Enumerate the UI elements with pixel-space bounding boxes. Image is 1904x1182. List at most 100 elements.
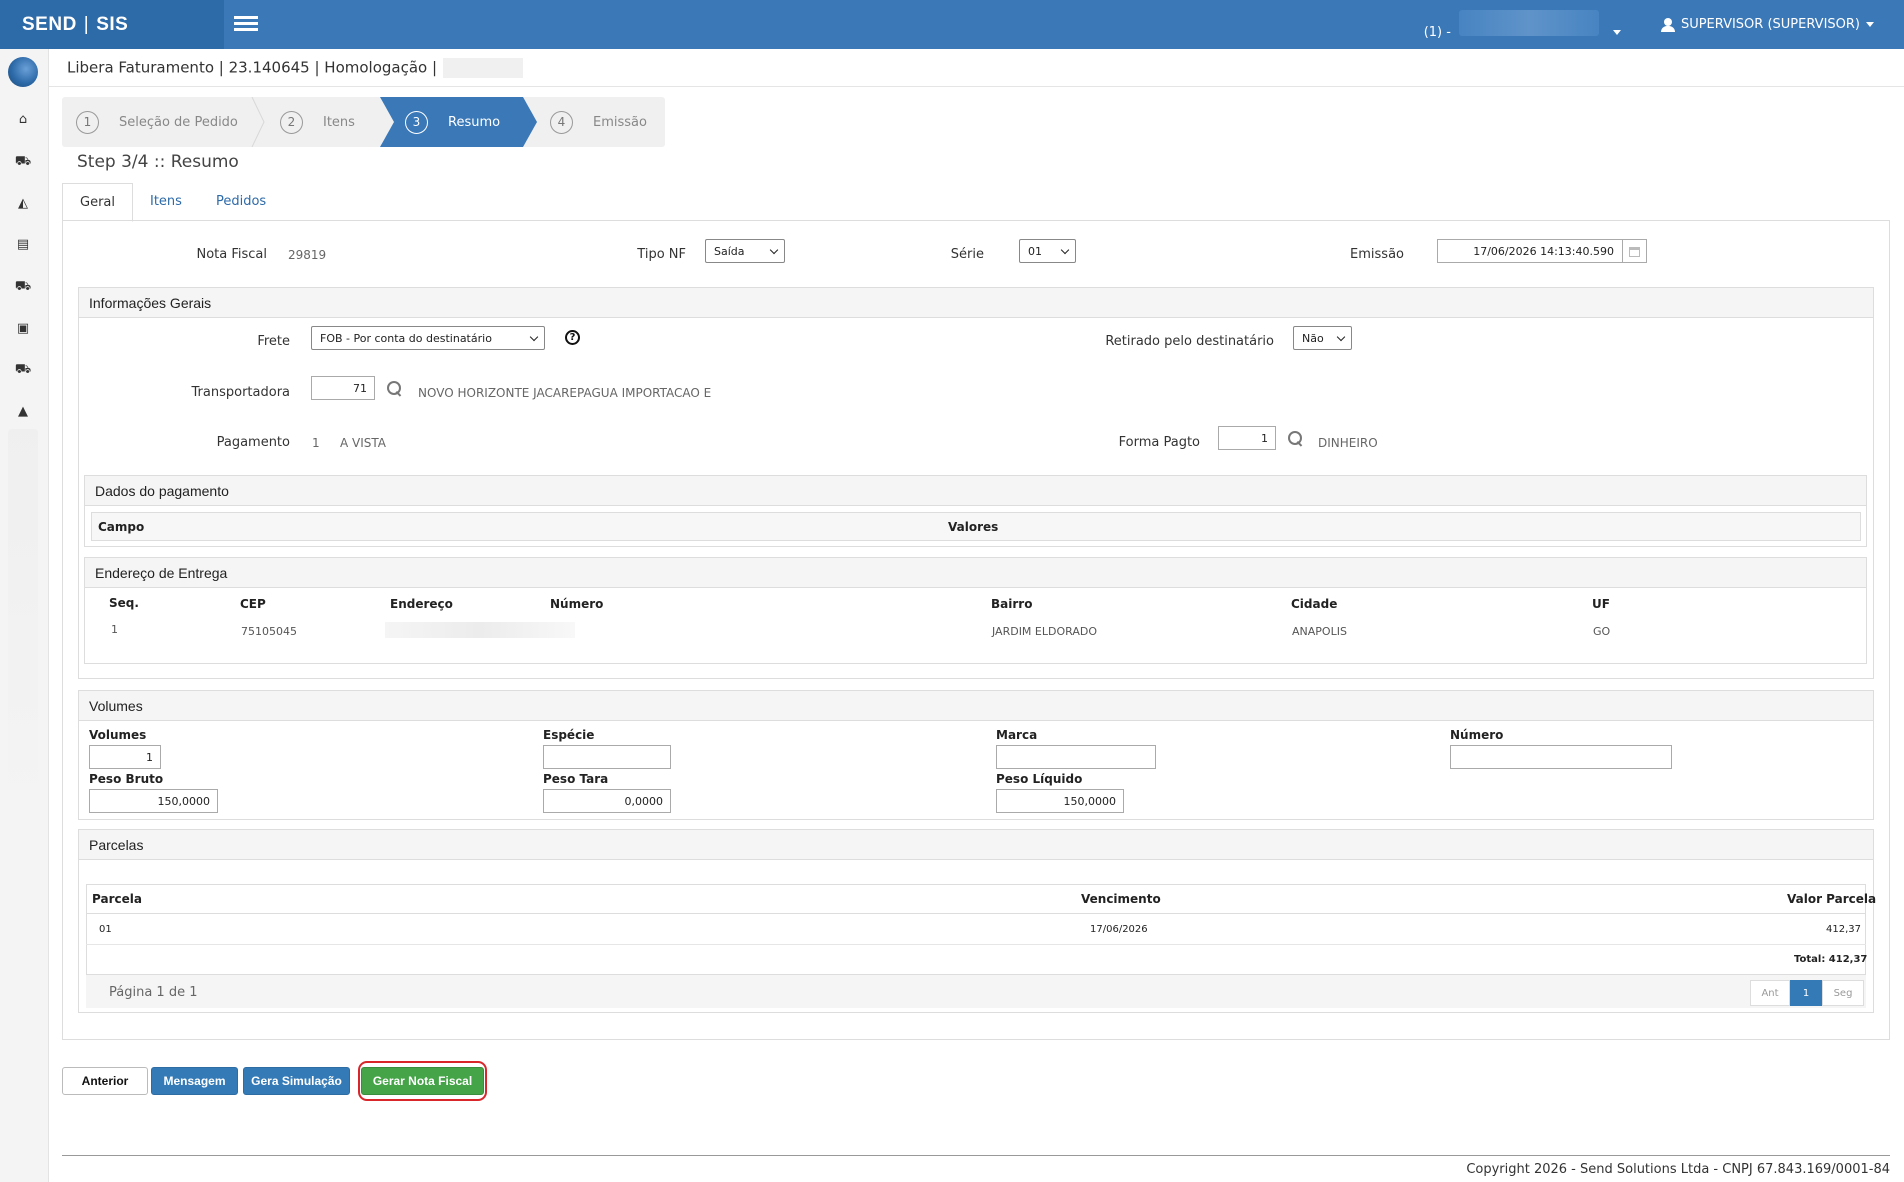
serie-select[interactable]: 01: [1019, 239, 1076, 263]
home-icon[interactable]: ⌂: [14, 113, 32, 127]
dados-pagamento-title: Dados do pagamento: [85, 476, 1866, 506]
forma-pagto-code-input[interactable]: 1: [1218, 426, 1276, 450]
col-cep: CEP: [240, 597, 266, 611]
endereco-bairro: JARDIM ELDORADO: [992, 625, 1097, 638]
endereco-cep: 75105045: [241, 625, 297, 638]
menu-toggle-icon[interactable]: [232, 13, 260, 35]
tab-itens[interactable]: Itens: [133, 183, 199, 221]
tipo-nf-label: Tipo NF: [637, 247, 686, 262]
tab-bar: Geral Itens Pedidos: [62, 183, 283, 222]
tab-pedidos[interactable]: Pedidos: [199, 183, 283, 221]
road-icon[interactable]: ▲: [14, 405, 32, 419]
tenant-selector[interactable]: (1) -: [1424, 9, 1621, 40]
emissao-input[interactable]: 17/06/2026 14:13:40.590: [1437, 239, 1623, 263]
col-vencimento: Vencimento: [1081, 892, 1161, 906]
gera-simulacao-button[interactable]: Gera Simulação: [243, 1067, 350, 1095]
parcela-valor: 412,37: [1826, 924, 1861, 935]
forma-pagto-name: DINHEIRO: [1318, 436, 1378, 450]
col-valores: Valores: [948, 520, 999, 534]
app-logo-icon: [8, 57, 38, 87]
user-menu[interactable]: SUPERVISOR (SUPERVISOR): [1681, 17, 1874, 32]
page-1-button[interactable]: 1: [1790, 980, 1822, 1006]
footer-divider: [62, 1155, 1890, 1156]
col-parcela: Parcela: [92, 892, 142, 906]
parcelas-title: Parcelas: [79, 830, 1873, 860]
col-cidade: Cidade: [1291, 597, 1338, 611]
chevron-down-icon: [1866, 22, 1874, 27]
highlight-ring: [358, 1061, 487, 1101]
truck-icon[interactable]: ⛟: [14, 280, 32, 294]
help-icon[interactable]: ?: [565, 330, 580, 345]
chart-icon[interactable]: ◭: [14, 197, 32, 211]
search-icon[interactable]: [1288, 431, 1304, 447]
parcela-vencimento: 17/06/2026: [1090, 924, 1148, 935]
col-endereco: Endereço: [390, 597, 453, 611]
endereco-seq: 1: [111, 623, 118, 636]
transportadora-name: NOVO HORIZONTE JACAREPAGUA IMPORTACAO E: [418, 386, 712, 400]
brand-logo[interactable]: SEND | SIS: [0, 0, 224, 49]
tenant-name-redacted: [1458, 9, 1599, 36]
col-campo: Campo: [98, 520, 145, 534]
endereco-uf: GO: [1593, 625, 1611, 638]
redacted-text: [385, 622, 575, 638]
prev-page-button[interactable]: Ant: [1750, 980, 1790, 1006]
col-numero: Número: [550, 597, 604, 611]
chevron-down-icon: [1612, 29, 1621, 35]
truck-icon[interactable]: ⛟: [14, 363, 32, 377]
numero-input[interactable]: [1450, 745, 1672, 769]
next-page-button[interactable]: Seg: [1822, 980, 1864, 1006]
divider: [86, 913, 1866, 914]
peso-liquido-input[interactable]: 150,0000: [996, 789, 1124, 813]
emissao-label: Emissão: [1350, 247, 1404, 262]
parcelas-total: Total: 412,37: [1794, 954, 1868, 965]
pagamento-name: A VISTA: [340, 436, 386, 450]
sidebar-placeholder: [8, 429, 38, 829]
nota-fiscal-value: 29819: [288, 248, 327, 262]
col-bairro: Bairro: [991, 597, 1033, 611]
marca-input[interactable]: [996, 745, 1156, 769]
especie-input[interactable]: [543, 745, 671, 769]
divider: [86, 944, 1866, 945]
nota-fiscal-label: Nota Fiscal: [196, 247, 267, 262]
transportadora-code-input[interactable]: 71: [311, 376, 375, 400]
step-title: Step 3/4 :: Resumo: [77, 152, 239, 172]
endereco-title: Endereço de Entrega: [85, 558, 1866, 588]
mensagem-button[interactable]: Mensagem: [151, 1067, 238, 1095]
numero-label: Número: [1450, 728, 1504, 742]
retirado-select[interactable]: Não: [1293, 326, 1352, 350]
retirado-label: Retirado pelo destinatário: [1105, 334, 1274, 349]
redacted-text: [443, 58, 524, 78]
tab-geral[interactable]: Geral: [62, 183, 133, 222]
peso-tara-input[interactable]: 0,0000: [543, 789, 671, 813]
sidebar: ⌂ ⛟ ◭ ▤ ⛟ ▣ ⛟ ▲: [0, 49, 49, 1182]
endereco-cidade: ANAPOLIS: [1292, 625, 1347, 638]
volumes-title: Volumes: [79, 691, 1873, 721]
user-icon: [1660, 17, 1675, 32]
breadcrumb: Libera Faturamento | 23.140645 | Homolog…: [67, 58, 524, 78]
peso-bruto-label: Peso Bruto: [89, 772, 164, 786]
frete-select[interactable]: FOB - Por conta do destinatário: [311, 326, 545, 350]
marca-label: Marca: [996, 728, 1038, 742]
pagamento-label: Pagamento: [216, 435, 290, 450]
col-valor-parcela: Valor Parcela: [1787, 892, 1877, 906]
newspaper-icon[interactable]: ▤: [14, 238, 32, 252]
tipo-nf-select[interactable]: Saída: [705, 239, 785, 263]
especie-label: Espécie: [543, 728, 595, 742]
col-uf: UF: [1592, 597, 1610, 611]
top-bar: SEND | SIS (1) - SUPERVISOR (SUPERVISOR): [0, 0, 1904, 49]
serie-label: Série: [950, 247, 984, 262]
pagina-info: Página 1 de 1: [109, 985, 198, 1000]
money-icon[interactable]: ▣: [14, 322, 32, 336]
anterior-button[interactable]: Anterior: [62, 1067, 148, 1095]
parcelas-pager: [86, 974, 1866, 1008]
forma-pagto-label: Forma Pagto: [1118, 435, 1200, 450]
search-icon[interactable]: [387, 381, 403, 397]
parcela-numero: 01: [99, 924, 112, 935]
truck-icon[interactable]: ⛟: [14, 155, 32, 169]
volumes-label: Volumes: [89, 728, 147, 742]
copyright: Copyright 2026 - Send Solutions Ltda - C…: [1466, 1162, 1890, 1177]
calendar-icon[interactable]: [1623, 239, 1647, 263]
peso-bruto-input[interactable]: 150,0000: [89, 789, 218, 813]
volumes-input[interactable]: 1: [89, 745, 161, 769]
pagamento-code: 1: [312, 436, 320, 450]
